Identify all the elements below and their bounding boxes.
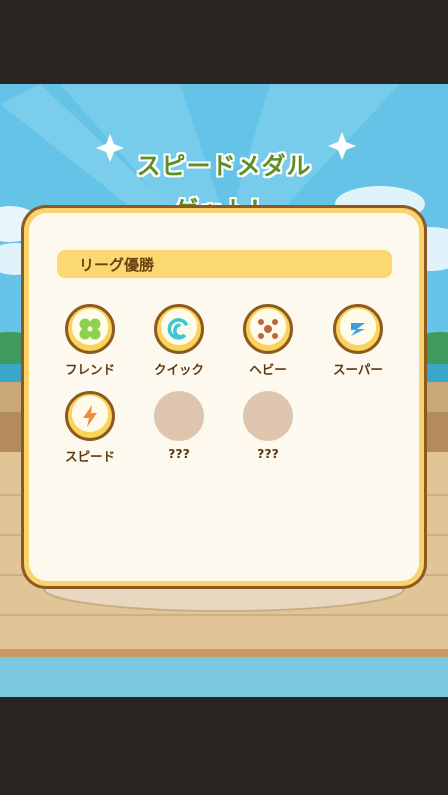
medal-coin: [65, 304, 115, 354]
lightning-icon: [83, 405, 97, 427]
section-header: リーグ優勝: [57, 250, 392, 278]
medal-label: フレンド: [64, 362, 115, 377]
medal-coin: [65, 391, 115, 441]
medal-locked-2[interactable]: ???: [228, 391, 308, 461]
medal-coin: [243, 304, 293, 354]
medal-locked-1[interactable]: ???: [139, 391, 219, 461]
medal-coin: [154, 304, 204, 354]
medal-label: クイック: [153, 362, 204, 377]
medal-label: ヘビー: [249, 362, 287, 377]
medal-super[interactable]: スーパー: [318, 304, 398, 378]
medal-speed[interactable]: スピード: [50, 391, 130, 465]
medal-label: スーパー: [333, 362, 383, 377]
section-title: リーグ優勝: [79, 256, 155, 274]
medal-label: ???: [257, 446, 279, 461]
medal-collection-panel: リーグ優勝 フレンド クイック ヘビー スーパー スピード ??? ???: [24, 208, 424, 586]
medal-heavy[interactable]: ヘビー: [228, 304, 308, 378]
medal-coin: [333, 304, 383, 354]
medal-label: スピード: [64, 449, 115, 464]
weight-icon: [258, 319, 278, 339]
letterbox-bottom: [0, 697, 448, 795]
panel-inner: リーグ優勝 フレンド クイック ヘビー スーパー スピード ??? ???: [29, 213, 419, 581]
locked-medal-slot: [243, 391, 293, 441]
letterbox-top: [0, 0, 448, 84]
medal-get-title: スピードメダル: [136, 152, 312, 180]
medal-friend[interactable]: フレンド: [50, 304, 130, 378]
locked-medal-slot: [154, 391, 204, 441]
clover-icon: [79, 318, 101, 340]
medal-label: ???: [168, 446, 190, 461]
super-z-icon: [351, 323, 365, 336]
swirl-icon: [167, 318, 188, 340]
medal-quick[interactable]: クイック: [139, 304, 219, 378]
